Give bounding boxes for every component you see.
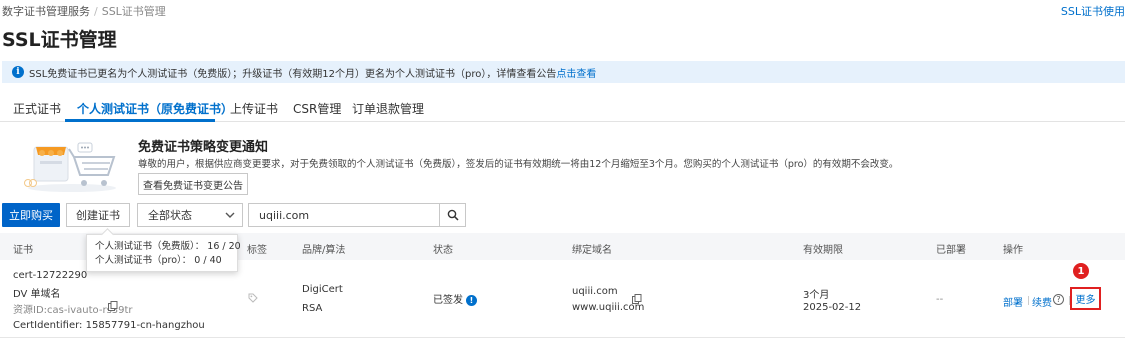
bound-domain-1: uqiii.com bbox=[572, 286, 618, 297]
status-select-value: 全部状态 bbox=[148, 209, 192, 222]
search-input[interactable] bbox=[249, 204, 439, 226]
tab-csr-management[interactable]: CSR管理 bbox=[293, 100, 341, 117]
header-tag: 标签 bbox=[247, 245, 267, 256]
policy-notice-title: 免费证书策略变更通知 bbox=[138, 140, 269, 155]
step-marker: 1 bbox=[1073, 263, 1089, 279]
help-icon[interactable]: ? bbox=[1053, 294, 1064, 305]
renew-link[interactable]: 续费 bbox=[1032, 294, 1052, 309]
page-title: SSL证书管理 bbox=[2, 29, 117, 51]
cert-status: 已签发! bbox=[433, 291, 477, 306]
breadcrumb: 数字证书管理服务 / SSL证书管理 bbox=[2, 3, 166, 19]
breadcrumb-current: SSL证书管理 bbox=[101, 5, 166, 18]
header-actions: 操作 bbox=[1003, 245, 1023, 256]
deploy-link[interactable]: 部署 bbox=[1003, 294, 1023, 309]
quota-tooltip: 个人测试证书（免费版）： 16 / 20 个人测试证书（pro）： 0 / 40 bbox=[86, 234, 241, 272]
more-actions-button[interactable]: 更多 bbox=[1070, 287, 1101, 310]
status-text: 已签发 bbox=[433, 295, 463, 306]
cert-name[interactable]: cert-12722290 bbox=[13, 270, 87, 281]
view-announcement-button[interactable]: 查看免费证书变更公告 bbox=[138, 173, 248, 195]
tab-personal-test-cert[interactable]: 个人测试证书（原免费证书） bbox=[77, 100, 233, 117]
header-status: 状态 bbox=[433, 245, 453, 256]
deployed-count: -- bbox=[936, 294, 944, 305]
active-tab-indicator bbox=[65, 119, 215, 122]
more-link: 更多 bbox=[1075, 295, 1096, 306]
search-box bbox=[248, 203, 466, 227]
notice-bar: i SSL免费证书已更名为个人测试证书（免费版）；升级证书（有效期12个月）更名… bbox=[2, 61, 1125, 83]
header-validity: 有效期限 bbox=[803, 245, 843, 256]
info-icon: i bbox=[12, 66, 24, 78]
header-deployed: 已部署 bbox=[936, 245, 966, 256]
status-select[interactable]: 全部状态 bbox=[137, 203, 243, 227]
cert-brand: DigiCert bbox=[302, 284, 343, 295]
row-divider bbox=[0, 337, 1125, 338]
validity-period: 3个月 bbox=[803, 290, 830, 301]
tag-icon[interactable] bbox=[248, 293, 258, 303]
header-brand: 品牌/算法 bbox=[302, 245, 346, 256]
breadcrumb-root[interactable]: 数字证书管理服务 bbox=[2, 5, 90, 18]
tab-upload-cert[interactable]: 上传证书 bbox=[230, 100, 278, 117]
tab-bar: 正式证书 个人测试证书（原免费证书） 上传证书 CSR管理 订单退款管理 bbox=[0, 96, 1125, 122]
quota-pro-line: 个人测试证书（pro）： 0 / 40 bbox=[95, 255, 222, 266]
notice-link[interactable]: 点击查看 bbox=[556, 65, 596, 80]
create-cert-button[interactable]: 创建证书 bbox=[66, 203, 130, 227]
breadcrumb-separator: / bbox=[94, 5, 98, 18]
notice-text: SSL免费证书已更名为个人测试证书（免费版）；升级证书（有效期12个月）更名为个… bbox=[29, 68, 557, 80]
header-cert: 证书 bbox=[13, 245, 33, 256]
cert-identifier: CertIdentifier: 15857791-cn-hangzhou bbox=[13, 320, 205, 331]
quota-free-line: 个人测试证书（免费版）： 16 / 20 bbox=[95, 241, 241, 252]
chevron-down-icon bbox=[225, 212, 235, 218]
buy-now-button[interactable]: 立即购买 bbox=[2, 203, 60, 227]
policy-notice-description: 尊敬的用户，根据供应商变更要求，对于免费领取的个人测试证书（免费版），签发后的证… bbox=[138, 159, 899, 170]
cert-type: DV 单域名 bbox=[13, 289, 61, 300]
shopping-cart-illustration bbox=[24, 142, 116, 192]
cert-algorithm: RSA bbox=[302, 303, 323, 314]
search-icon bbox=[447, 209, 459, 221]
tab-refund-management[interactable]: 订单退款管理 bbox=[352, 100, 424, 117]
search-button[interactable] bbox=[439, 204, 465, 226]
status-info-icon[interactable]: ! bbox=[466, 294, 477, 306]
expiry-date: 2025-02-12 bbox=[803, 302, 862, 313]
copy-icon[interactable] bbox=[108, 301, 118, 311]
copy-domain-icon[interactable] bbox=[632, 294, 642, 304]
action-divider bbox=[1028, 296, 1029, 305]
header-domain: 绑定域名 bbox=[572, 245, 612, 256]
tab-formal-cert[interactable]: 正式证书 bbox=[13, 100, 61, 117]
ssl-usage-link[interactable]: SSL证书使用 bbox=[1061, 3, 1125, 19]
